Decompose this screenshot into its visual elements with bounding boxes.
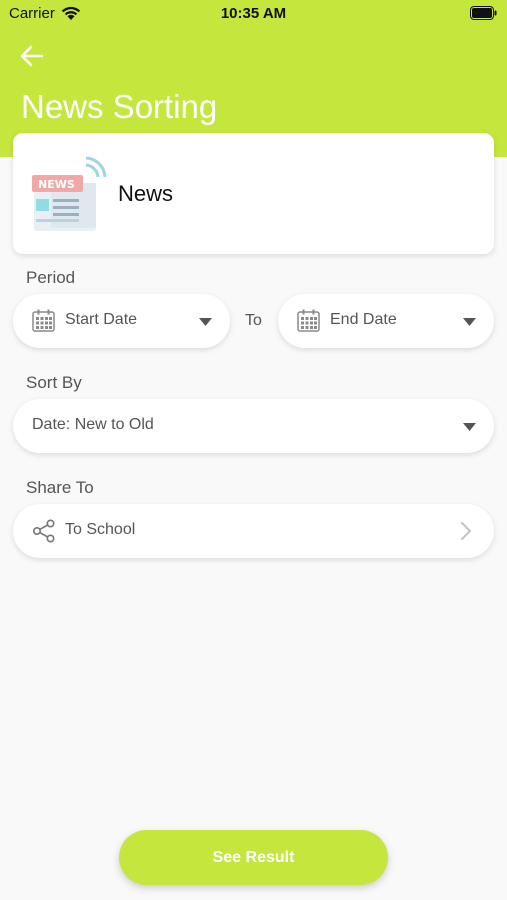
share-icon: [32, 519, 55, 543]
see-result-button[interactable]: See Result: [119, 830, 388, 885]
page-title: News Sorting: [21, 88, 218, 125]
chevron-right-icon: [461, 522, 471, 540]
category-title: News: [118, 181, 174, 206]
period-label: Period: [26, 268, 76, 287]
battery-icon: [470, 6, 497, 20]
news-badge-text: NEWS: [38, 178, 75, 191]
chevron-down-icon: [463, 318, 476, 326]
period-separator: To: [245, 312, 262, 329]
start-date-text: Start Date: [65, 311, 138, 328]
category-card: NEWS News: [13, 133, 494, 254]
share-to-selector[interactable]: To School: [13, 504, 494, 558]
newspaper-illustration-icon: NEWS: [32, 156, 107, 231]
status-bar: Carrier 10:35 AM: [0, 0, 507, 28]
calendar-icon: [32, 309, 55, 332]
share-to-value: To School: [65, 521, 136, 538]
status-time: 10:35 AM: [220, 5, 287, 22]
calendar-icon: [297, 309, 320, 332]
sort-by-value: Date: New to Old: [32, 416, 154, 433]
chevron-down-icon: [199, 318, 212, 326]
sort-by-label: Sort By: [26, 373, 82, 392]
sort-by-dropdown[interactable]: Date: New to Old: [13, 399, 494, 453]
share-to-label: Share To: [26, 478, 94, 497]
chevron-down-icon: [463, 423, 476, 431]
start-date-dropdown[interactable]: Start Date: [13, 294, 230, 348]
back-arrow-icon[interactable]: [18, 42, 46, 70]
end-date-dropdown[interactable]: End Date: [278, 294, 494, 348]
end-date-text: End Date: [330, 311, 397, 328]
